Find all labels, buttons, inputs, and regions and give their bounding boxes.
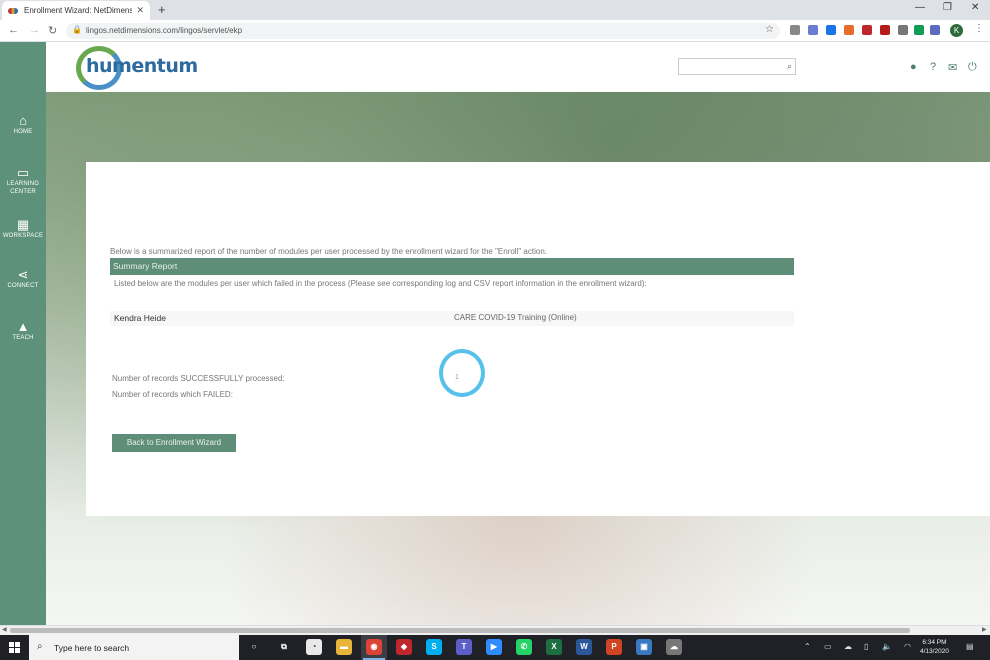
taskbar-clock[interactable]: 6:34 PM 4/13/2020: [920, 638, 949, 656]
back-to-enrollment-wizard-button[interactable]: Back to Enrollment Wizard: [112, 434, 236, 452]
scrollbar-thumb[interactable]: [10, 628, 910, 633]
skype-icon[interactable]: S: [426, 639, 442, 655]
course-name: CARE COVID-19 Training (Online): [454, 313, 577, 322]
graduation-cap-icon: ▲: [16, 319, 30, 334]
user-icon[interactable]: ●: [910, 61, 917, 73]
help-icon[interactable]: ?: [930, 61, 936, 73]
search-icon: ⌕: [37, 641, 43, 652]
search-input[interactable]: [679, 62, 779, 77]
bookmark-star-icon[interactable]: ☆: [765, 24, 774, 35]
sidebar-item-learning-center[interactable]: ▭ LEARNING CENTER: [0, 166, 46, 196]
horizontal-scrollbar[interactable]: ◀ ▶: [0, 625, 990, 635]
failed-count-label: Number of records which FAILED:: [112, 390, 233, 399]
tab-title: Enrollment Wizard: NetDimensio: [24, 6, 133, 15]
extension-icon[interactable]: [826, 25, 836, 35]
user-name: Kendra Heide: [114, 313, 166, 323]
browser-toolbar: ← → ↻ 🔒 lingos.netdimensions.com/lingos/…: [0, 20, 990, 42]
restore-button[interactable]: ❐: [943, 2, 952, 13]
browser-tab-strip: Enrollment Wizard: NetDimensio ✕ + — ❐ ✕: [0, 0, 990, 20]
workspace-icon: ▦: [16, 217, 30, 232]
app-red-icon[interactable]: ◆: [396, 639, 412, 655]
chrome-icon[interactable]: ◉: [366, 639, 382, 655]
highlight-circle-annotation: [439, 349, 485, 397]
success-count-label: Number of records SUCCESSFULLY processed…: [112, 374, 285, 383]
extension-icon[interactable]: [862, 25, 872, 35]
site-header: humentum ⌕ ● ? ✉ ⏻: [46, 42, 990, 92]
sidebar-nav: ⌂ HOME ▭ LEARNING CENTER ▦ WORKSPACE ⋖ C…: [0, 42, 46, 625]
url-text[interactable]: lingos.netdimensions.com/lingos/servlet/…: [86, 26, 242, 35]
extension-icon[interactable]: [844, 25, 854, 35]
sidebar-item-label: TEACH: [12, 335, 34, 341]
start-button[interactable]: [0, 635, 28, 660]
enrollment-report-panel: Below is a summarized report of the numb…: [86, 162, 990, 516]
whatsapp-icon[interactable]: ✆: [516, 639, 532, 655]
extension-icon[interactable]: [898, 25, 908, 35]
table-row: Kendra Heide CARE COVID-19 Training (Onl…: [110, 311, 794, 326]
tab-close-icon[interactable]: ✕: [136, 5, 144, 16]
file-explorer-icon[interactable]: ▬: [336, 639, 352, 655]
powerpoint-icon[interactable]: P: [606, 639, 622, 655]
mail-icon[interactable]: ✉: [948, 61, 957, 74]
extension-icon[interactable]: [930, 25, 940, 35]
windows-taskbar: ⌕ Type here to search ○ ⧉ ◔ ▬ ◉ ◆ S T ▶ …: [0, 635, 990, 660]
battery-icon[interactable]: ▯: [864, 642, 868, 651]
lock-icon: 🔒: [72, 25, 82, 34]
new-tab-button[interactable]: +: [158, 2, 166, 17]
sidebar-item-teach[interactable]: ▲ TEACH: [0, 320, 46, 342]
forward-arrow-icon[interactable]: →: [29, 24, 40, 36]
wifi-icon[interactable]: ◠: [904, 642, 911, 651]
clock-time: 6:34 PM: [922, 639, 947, 646]
show-hidden-icons-icon[interactable]: ⌃: [804, 642, 811, 651]
network-icon[interactable]: ▭: [824, 642, 832, 651]
volume-icon[interactable]: 🔈: [882, 642, 892, 651]
sidebar-item-label: HOME: [13, 129, 33, 135]
scroll-left-icon[interactable]: ◀: [2, 626, 7, 633]
extension-icon[interactable]: [880, 25, 890, 35]
address-bar[interactable]: 🔒 lingos.netdimensions.com/lingos/servle…: [66, 23, 780, 39]
sidebar-item-label: WORKSPACE: [2, 233, 44, 239]
sidebar-item-label: LEARNING CENTER: [6, 181, 40, 195]
extension-icon[interactable]: [914, 25, 924, 35]
profile-avatar[interactable]: K: [950, 24, 963, 37]
failed-modules-description: Listed below are the modules per user wh…: [114, 279, 647, 288]
report-intro-text: Below is a summarized report of the numb…: [110, 247, 547, 256]
extension-icon[interactable]: [808, 25, 818, 35]
photos-icon[interactable]: ▣: [636, 639, 652, 655]
laptop-icon: ▭: [16, 165, 30, 180]
zoom-icon[interactable]: ▶: [486, 639, 502, 655]
extension-icon[interactable]: [790, 25, 800, 35]
search-icon[interactable]: ⌕: [787, 61, 792, 72]
sidebar-item-workspace[interactable]: ▦ WORKSPACE: [0, 218, 46, 240]
close-window-button[interactable]: ✕: [971, 2, 979, 13]
browser-menu-icon[interactable]: ⋮: [974, 23, 984, 34]
sidebar-item-home[interactable]: ⌂ HOME: [0, 114, 46, 136]
site-favicon-icon: [8, 7, 18, 14]
notification-icon[interactable]: ▤: [966, 642, 974, 651]
clock-app-icon[interactable]: ◔: [306, 639, 322, 655]
taskbar-search[interactable]: ⌕ Type here to search: [29, 635, 239, 660]
site-logo[interactable]: humentum: [86, 55, 198, 77]
home-icon: ⌂: [19, 113, 27, 128]
onedrive-tray-icon[interactable]: ☁: [844, 642, 852, 651]
teams-icon[interactable]: T: [456, 639, 472, 655]
word-icon[interactable]: W: [576, 639, 592, 655]
back-arrow-icon[interactable]: ←: [8, 24, 19, 36]
reload-icon[interactable]: ↻: [48, 24, 57, 37]
minimize-button[interactable]: —: [915, 2, 925, 13]
scroll-right-icon[interactable]: ▶: [982, 626, 987, 633]
onedrive-sync-icon[interactable]: ☁: [666, 639, 682, 655]
sidebar-item-connect[interactable]: ⋖ CONNECT: [0, 268, 46, 290]
share-icon: ⋖: [17, 267, 29, 282]
cortana-icon[interactable]: ○: [246, 639, 262, 655]
summary-report-header: Summary Report: [110, 258, 794, 275]
clock-date: 4/13/2020: [920, 648, 949, 655]
sidebar-item-label: CONNECT: [7, 283, 39, 289]
power-icon[interactable]: ⏻: [968, 61, 977, 74]
browser-tab[interactable]: Enrollment Wizard: NetDimensio ✕: [2, 1, 150, 20]
excel-icon[interactable]: X: [546, 639, 562, 655]
task-view-icon[interactable]: ⧉: [276, 639, 292, 655]
site-search: ⌕: [678, 58, 796, 77]
taskbar-search-text: Type here to search: [54, 643, 130, 653]
